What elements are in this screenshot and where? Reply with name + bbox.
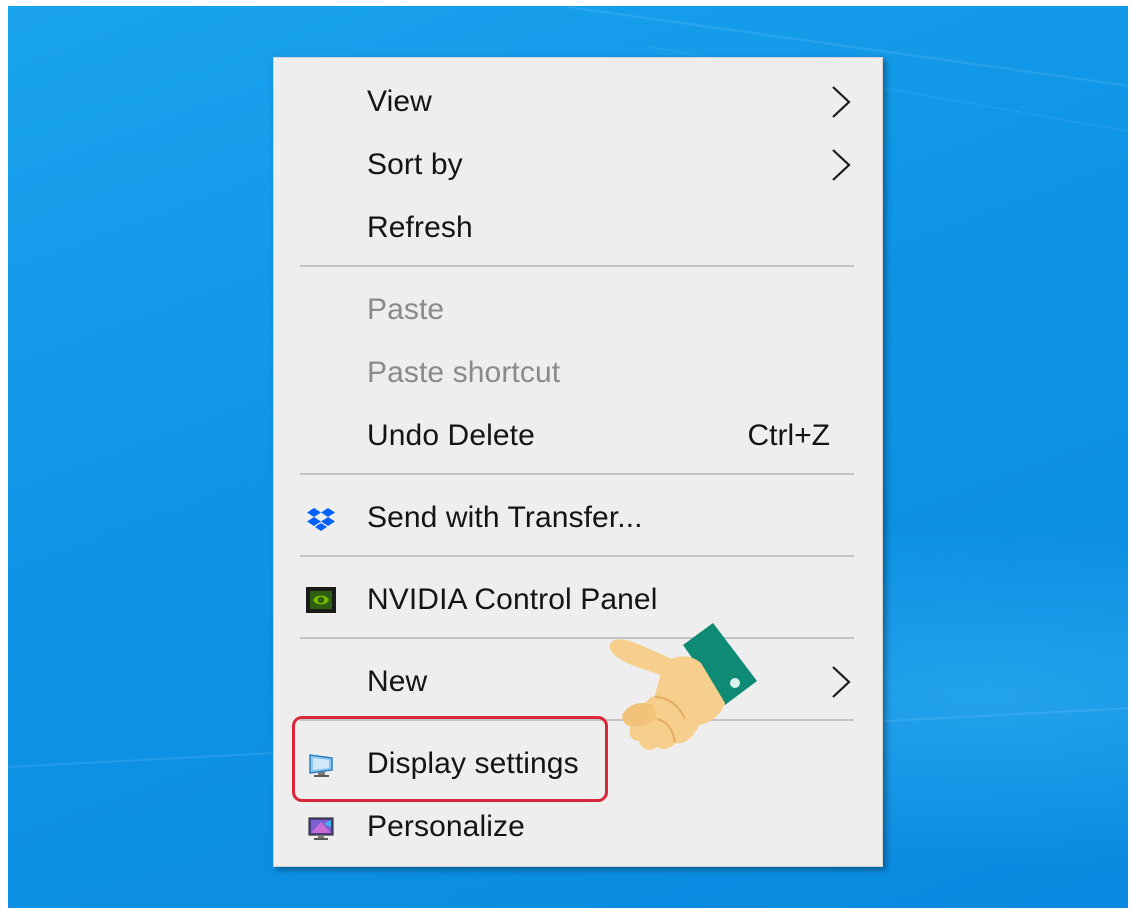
menu-item-label: Paste bbox=[367, 293, 445, 326]
menu-item-undo-delete[interactable]: Undo Delete Ctrl+Z bbox=[274, 406, 882, 466]
menu-item-label: Undo Delete bbox=[367, 419, 535, 452]
chevron-right-icon bbox=[832, 666, 851, 698]
menu-separator bbox=[300, 473, 854, 475]
chevron-right-icon bbox=[832, 86, 851, 118]
menu-item-shortcut: Ctrl+Z bbox=[747, 419, 831, 452]
menu-item-nvidia-control-panel[interactable]: NVIDIA Control Panel bbox=[274, 570, 882, 630]
menu-item-label: Personalize bbox=[367, 810, 525, 843]
dropbox-icon bbox=[307, 508, 335, 531]
menu-item-send-with-transfer[interactable]: Send with Transfer... bbox=[274, 488, 882, 548]
menu-item-paste: Paste bbox=[274, 280, 882, 340]
menu-separator bbox=[300, 265, 854, 267]
menu-item-personalize[interactable]: Personalize bbox=[274, 797, 882, 857]
chevron-right-icon bbox=[832, 149, 851, 181]
menu-item-new[interactable]: New bbox=[274, 652, 882, 712]
menu-item-label: Sort by bbox=[367, 148, 463, 181]
menu-item-sort-by[interactable]: Sort by bbox=[274, 135, 882, 195]
menu-item-label: NVIDIA Control Panel bbox=[367, 583, 658, 616]
menu-item-refresh[interactable]: Refresh bbox=[274, 198, 882, 258]
menu-item-label: Send with Transfer... bbox=[367, 501, 643, 534]
menu-separator bbox=[300, 555, 854, 557]
menu-item-view[interactable]: View bbox=[274, 72, 882, 132]
menu-item-label: Paste shortcut bbox=[367, 356, 561, 389]
menu-item-label: View bbox=[367, 85, 432, 118]
menu-item-label: New bbox=[367, 665, 428, 698]
pointing-hand-icon bbox=[609, 623, 757, 750]
nvidia-icon bbox=[306, 587, 336, 613]
menu-item-paste-shortcut: Paste shortcut bbox=[274, 343, 882, 403]
menu-separator bbox=[300, 637, 854, 639]
menu-item-label: Refresh bbox=[367, 211, 473, 244]
personalize-icon bbox=[308, 817, 334, 840]
highlight-box bbox=[292, 716, 608, 802]
